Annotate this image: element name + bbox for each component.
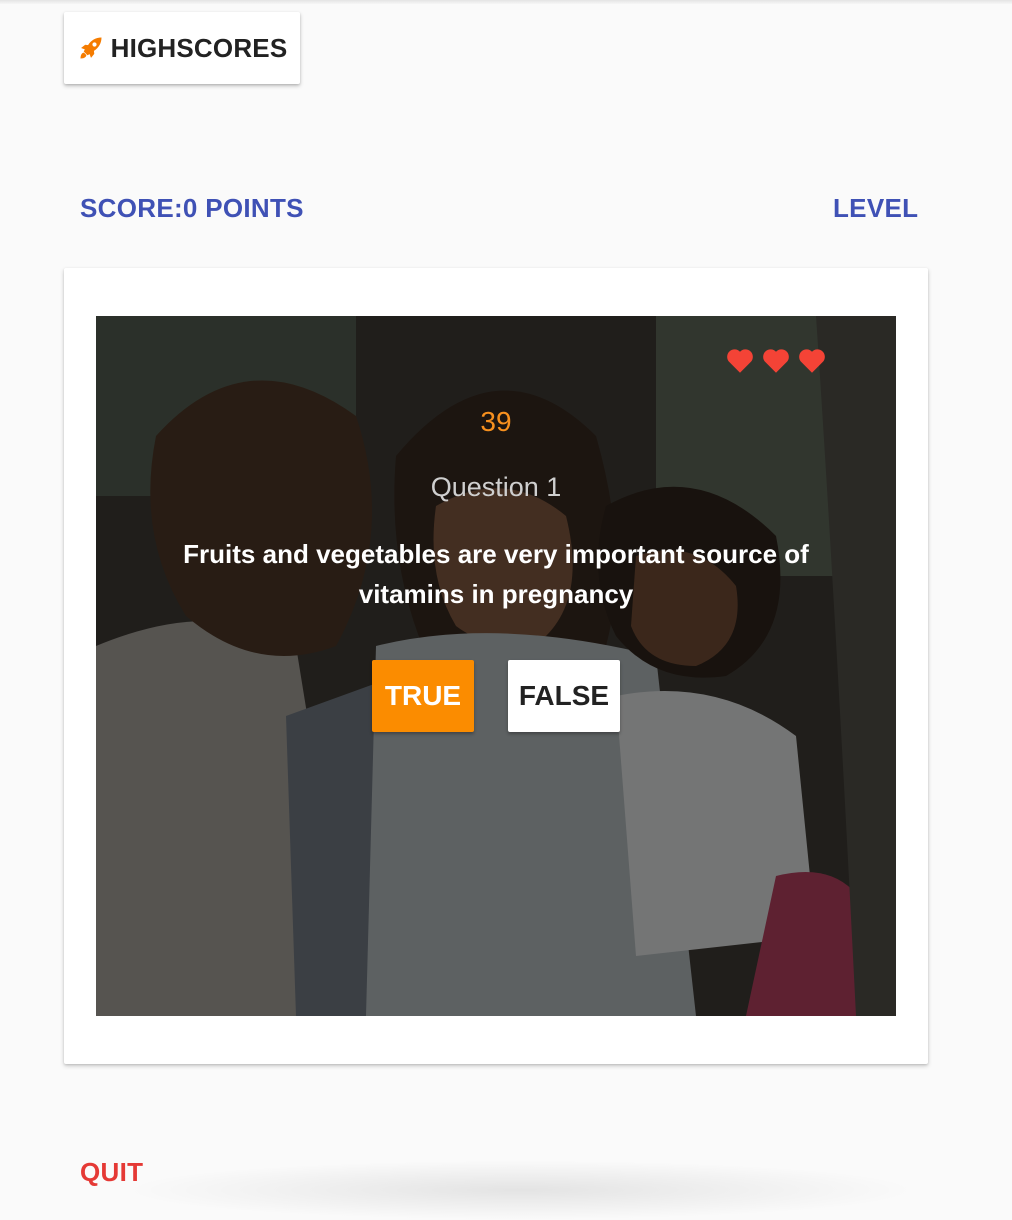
highscores-button[interactable]: HIGHSCORES — [64, 12, 300, 84]
quiz-card: 39 Question 1 Fruits and vegetables are … — [64, 268, 928, 1064]
countdown-timer: 39 — [480, 406, 512, 437]
score-display: SCORE:0 POINTS — [80, 193, 304, 223]
lives-indicator — [724, 346, 828, 374]
highscores-label: HIGHSCORES — [110, 32, 288, 63]
family-photo-background: 39 Question 1 Fruits and vegetables are … — [96, 316, 896, 1016]
false-button[interactable]: FALSE — [508, 660, 620, 732]
rocket-icon — [77, 34, 105, 62]
top-divider — [0, 0, 1012, 4]
question-number: Question 1 — [430, 472, 562, 502]
heart-icon — [796, 346, 828, 374]
heart-icon — [724, 346, 756, 374]
heart-icon — [760, 346, 792, 374]
true-button[interactable]: TRUE — [372, 660, 474, 732]
bottom-shadow — [120, 1160, 920, 1220]
question-text: Fruits and vegetables are very important… — [183, 539, 809, 609]
quit-link[interactable]: QUIT — [80, 1157, 143, 1188]
level-display: LEVEL — [833, 193, 919, 223]
